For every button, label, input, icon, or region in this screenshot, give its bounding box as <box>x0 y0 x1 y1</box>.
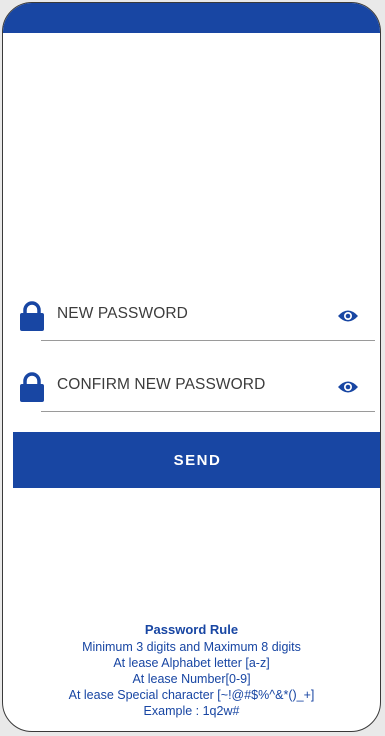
password-rule: Password Rule Minimum 3 digits and Maxim… <box>3 622 380 719</box>
phone-screen: NEW PASSWORD CONFIRM NEW PASSWORD SEND P… <box>2 2 381 732</box>
password-rule-title: Password Rule <box>144 622 239 637</box>
lock-icon <box>20 372 44 402</box>
eye-icon[interactable] <box>337 380 359 394</box>
lock-icon <box>20 301 44 331</box>
password-rule-line: At lease Number[0-9] <box>132 672 251 686</box>
password-rule-line: Example : 1q2w# <box>143 704 240 718</box>
confirm-password-field[interactable]: CONFIRM NEW PASSWORD <box>19 368 375 412</box>
password-rule-line: Minimum 3 digits and Maximum 8 digits <box>82 640 301 654</box>
send-button[interactable]: SEND <box>13 432 380 488</box>
new-password-label[interactable]: NEW PASSWORD <box>57 305 188 323</box>
confirm-password-underline <box>41 411 375 412</box>
password-rule-line: At lease Alphabet letter [a-z] <box>113 656 270 670</box>
top-app-bar <box>3 3 380 33</box>
password-rule-line: At lease Special character [~!@#$%^&*()_… <box>68 688 315 702</box>
eye-icon[interactable] <box>337 309 359 323</box>
new-password-underline <box>41 340 375 341</box>
new-password-field[interactable]: NEW PASSWORD <box>19 297 375 341</box>
confirm-password-label[interactable]: CONFIRM NEW PASSWORD <box>57 376 265 394</box>
